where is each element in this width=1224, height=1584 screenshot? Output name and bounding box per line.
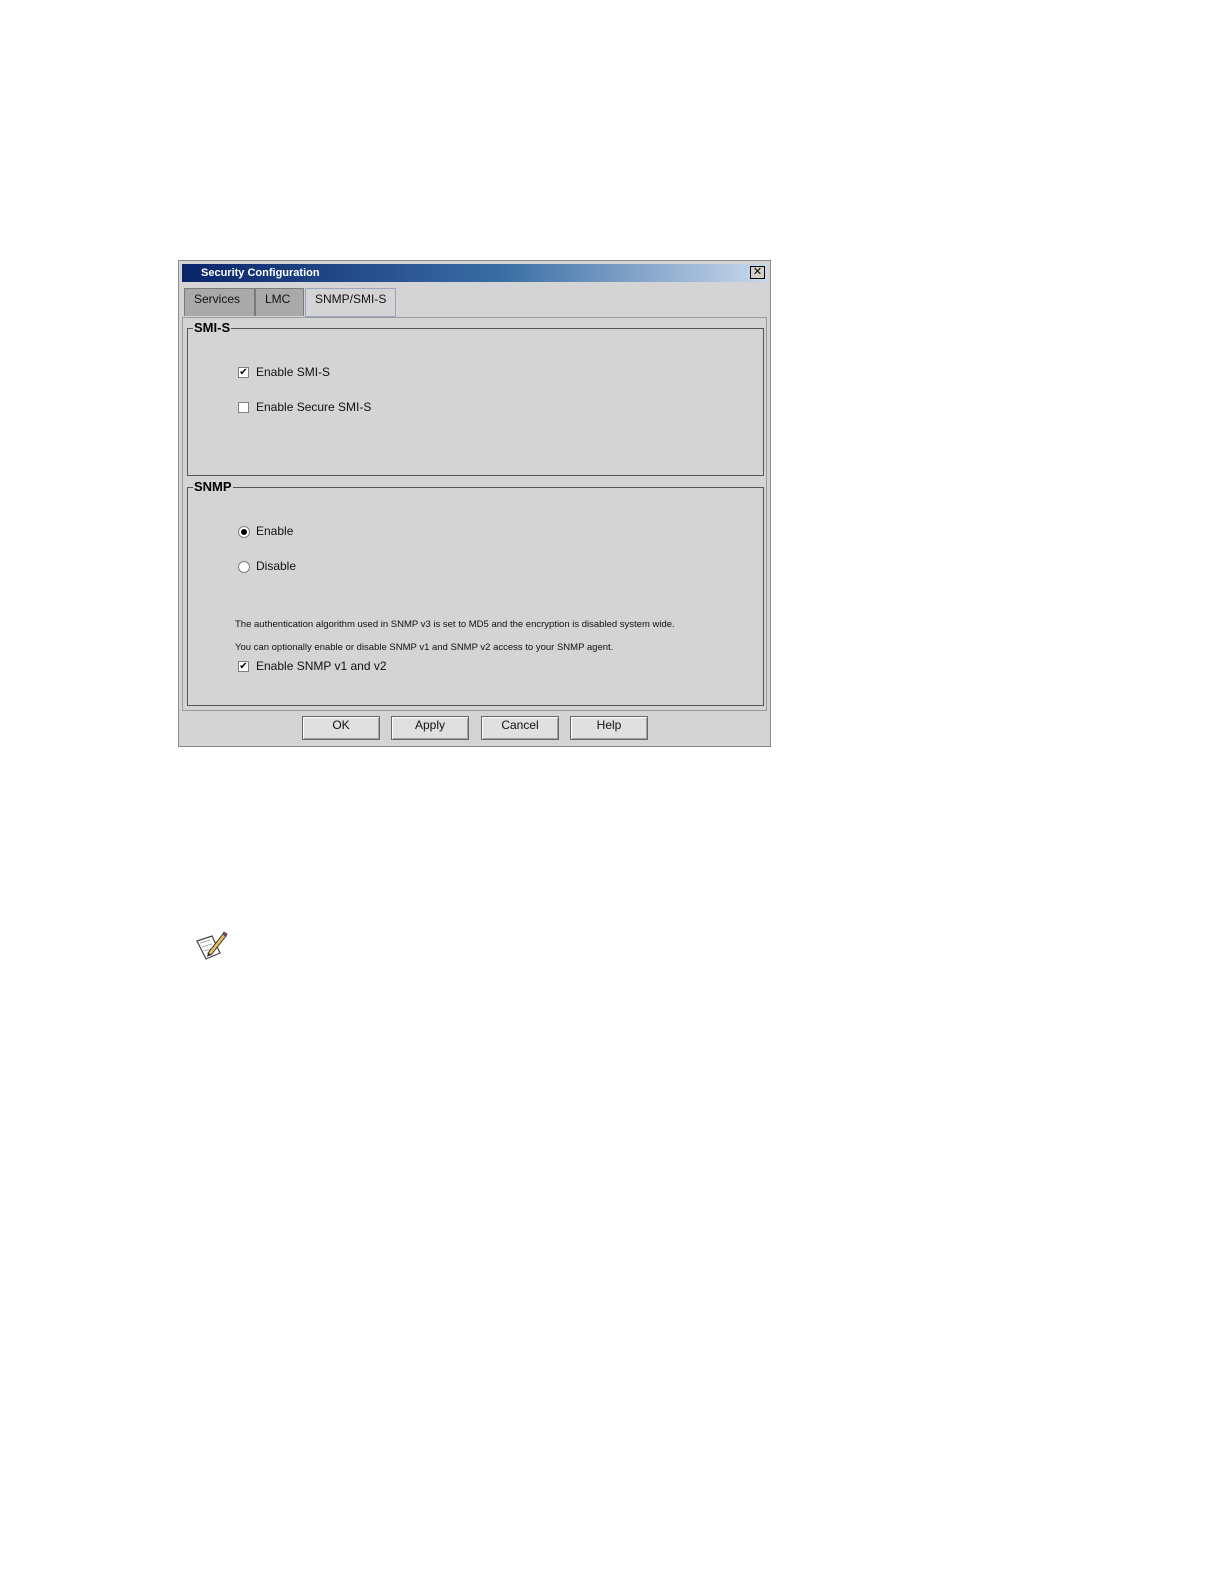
- radio-selected-dot: [241, 529, 247, 535]
- snmp-group-title: SNMP: [193, 479, 233, 495]
- snmp-disable-radio[interactable]: [238, 561, 250, 573]
- apply-button[interactable]: Apply: [391, 716, 469, 740]
- tab-lmc[interactable]: LMC: [255, 288, 304, 316]
- snmp-info-text-2: You can optionally enable or disable SNM…: [235, 642, 614, 653]
- cancel-button[interactable]: Cancel: [481, 716, 559, 740]
- tab-services[interactable]: Services: [184, 288, 255, 316]
- tab-label: SNMP/SMI-S: [315, 292, 387, 306]
- title-bar[interactable]: Security Configuration ✕: [182, 264, 767, 282]
- check-icon: ✔: [239, 661, 248, 672]
- dialog-button-bar: OK Apply Cancel Help: [179, 716, 770, 744]
- ok-button[interactable]: OK: [302, 716, 380, 740]
- tab-snmp-smis[interactable]: SNMP/SMI-S: [305, 288, 396, 317]
- note-pencil-icon: [196, 931, 228, 960]
- close-icon: ✕: [752, 266, 763, 278]
- help-button[interactable]: Help: [570, 716, 648, 740]
- snmp-group: SNMP Enable Disable The authentication a…: [187, 479, 764, 706]
- window-title: Security Configuration: [201, 267, 320, 279]
- security-configuration-dialog: Security Configuration ✕ Services LMC SN…: [178, 260, 771, 747]
- enable-snmp-v1v2-label: Enable SNMP v1 and v2: [256, 659, 387, 673]
- snmp-info-text-1: The authentication algorithm used in SNM…: [235, 619, 675, 630]
- smis-group-title: SMI-S: [193, 320, 232, 336]
- close-button[interactable]: ✕: [750, 266, 765, 279]
- enable-snmp-v1v2-checkbox[interactable]: ✔: [238, 661, 249, 672]
- snmp-enable-radio[interactable]: [238, 526, 250, 538]
- enable-secure-smis-checkbox[interactable]: [238, 402, 249, 413]
- check-icon: ✔: [239, 367, 248, 378]
- enable-secure-smis-label: Enable Secure SMI-S: [256, 400, 372, 414]
- enable-smis-checkbox[interactable]: ✔: [238, 367, 249, 378]
- enable-smis-label: Enable SMI-S: [256, 365, 331, 379]
- tab-content-panel: SMI-S ✔ Enable SMI-S Enable Secure SMI-S…: [182, 317, 767, 711]
- smis-group: SMI-S ✔ Enable SMI-S Enable Secure SMI-S: [187, 320, 764, 476]
- snmp-disable-label: Disable: [256, 559, 297, 573]
- tab-label: Services: [194, 292, 241, 306]
- snmp-enable-label: Enable: [256, 524, 294, 538]
- tab-label: LMC: [265, 292, 291, 306]
